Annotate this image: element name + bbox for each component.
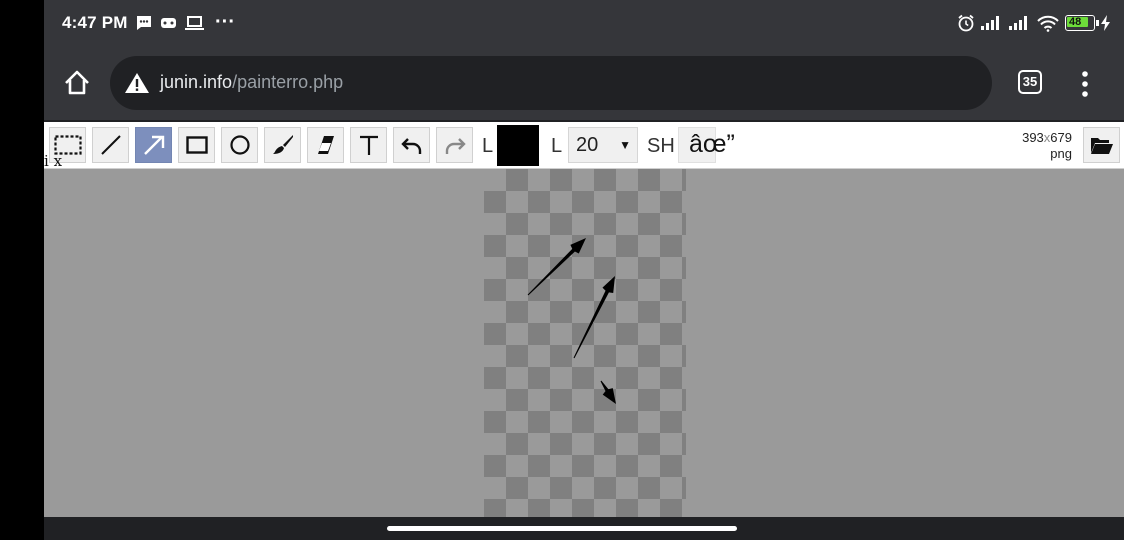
phone-screen: 4:47 PM ··· 48 junin.info/painterro.php … <box>44 0 1124 540</box>
width-label: L <box>551 135 563 157</box>
rectangle-tool-button[interactable] <box>178 127 215 163</box>
eraser-icon <box>317 136 334 154</box>
gesture-handle[interactable] <box>387 526 737 531</box>
url-text[interactable]: junin.info/painterro.php <box>160 72 343 93</box>
image-width: 393 <box>1022 130 1044 145</box>
more-vert-icon[interactable] <box>1080 70 1090 100</box>
text-icon <box>359 135 378 155</box>
redo-button[interactable] <box>436 127 473 163</box>
browser-toolbar: junin.info/painterro.php 35 <box>44 46 1124 120</box>
image-height: 679 <box>1050 130 1072 145</box>
brush-icon <box>272 135 293 154</box>
brush-tool-button[interactable] <box>264 127 301 163</box>
ellipse-tool-button[interactable] <box>221 127 258 163</box>
undo-button[interactable] <box>393 127 430 163</box>
status-icons: 48 <box>957 12 1110 34</box>
status-more: ··· <box>215 11 235 33</box>
charging-icon <box>1101 15 1110 31</box>
arrow-shaft-0 <box>527 247 577 296</box>
font-glyph-text: âœ” <box>689 130 735 158</box>
url-path: /painterro.php <box>232 72 344 92</box>
status-time: 4:47 PM <box>62 13 128 32</box>
home-icon[interactable] <box>62 68 92 98</box>
gamepad-icon <box>161 18 176 28</box>
arrow-head-2 <box>602 388 616 404</box>
line-tool-button[interactable] <box>92 127 129 163</box>
canvas-workspace <box>44 169 1124 517</box>
line-width-value: 20 <box>576 134 599 156</box>
signal-icon <box>981 16 999 30</box>
rectangle-icon <box>185 136 208 154</box>
chevron-down-icon: ▼ <box>619 138 631 152</box>
painterro-toolbar: L L 20 ▼ SH âœ” 393x679 png <box>44 122 1124 169</box>
image-format: png <box>1050 146 1072 161</box>
arrow-head-1 <box>602 276 615 293</box>
wifi-icon <box>1037 15 1059 32</box>
stray-text: i x <box>44 152 63 170</box>
open-file-button[interactable] <box>1083 127 1120 163</box>
arrow-tool-button[interactable] <box>135 127 172 163</box>
alarm-icon <box>958 14 974 32</box>
eraser-tool-button[interactable] <box>307 127 344 163</box>
text-tool-button[interactable] <box>350 127 387 163</box>
color-swatch[interactable] <box>497 125 539 166</box>
arrow-shaft-1 <box>573 289 610 359</box>
warning-icon[interactable] <box>124 72 150 94</box>
laptop-icon <box>185 16 204 30</box>
battery-level: 48 <box>1069 16 1082 28</box>
status-bar: 4:47 PM ··· 48 <box>44 0 1124 46</box>
shadow-label: SH <box>647 135 675 157</box>
address-bar[interactable]: junin.info/painterro.php <box>110 56 992 110</box>
url-host: junin.info <box>160 72 233 92</box>
tab-switcher-icon[interactable]: 35 <box>1018 70 1042 94</box>
drawn-arrows <box>527 238 616 404</box>
message-icon <box>137 16 151 30</box>
battery-icon: 48 <box>1065 15 1099 31</box>
tab-count: 35 <box>1022 74 1038 89</box>
folder-open-icon <box>1090 138 1113 154</box>
arrow-icon <box>143 135 164 155</box>
line-icon <box>100 135 121 155</box>
image-size-info: 393x679 png <box>1022 130 1072 162</box>
navigation-bar <box>44 517 1124 540</box>
ellipse-icon <box>229 135 250 155</box>
line-width-select[interactable]: 20 ▼ <box>568 127 638 163</box>
signal-icon <box>1009 16 1027 30</box>
redo-icon <box>445 138 466 154</box>
undo-icon <box>400 138 421 154</box>
color-label: L <box>482 135 494 157</box>
